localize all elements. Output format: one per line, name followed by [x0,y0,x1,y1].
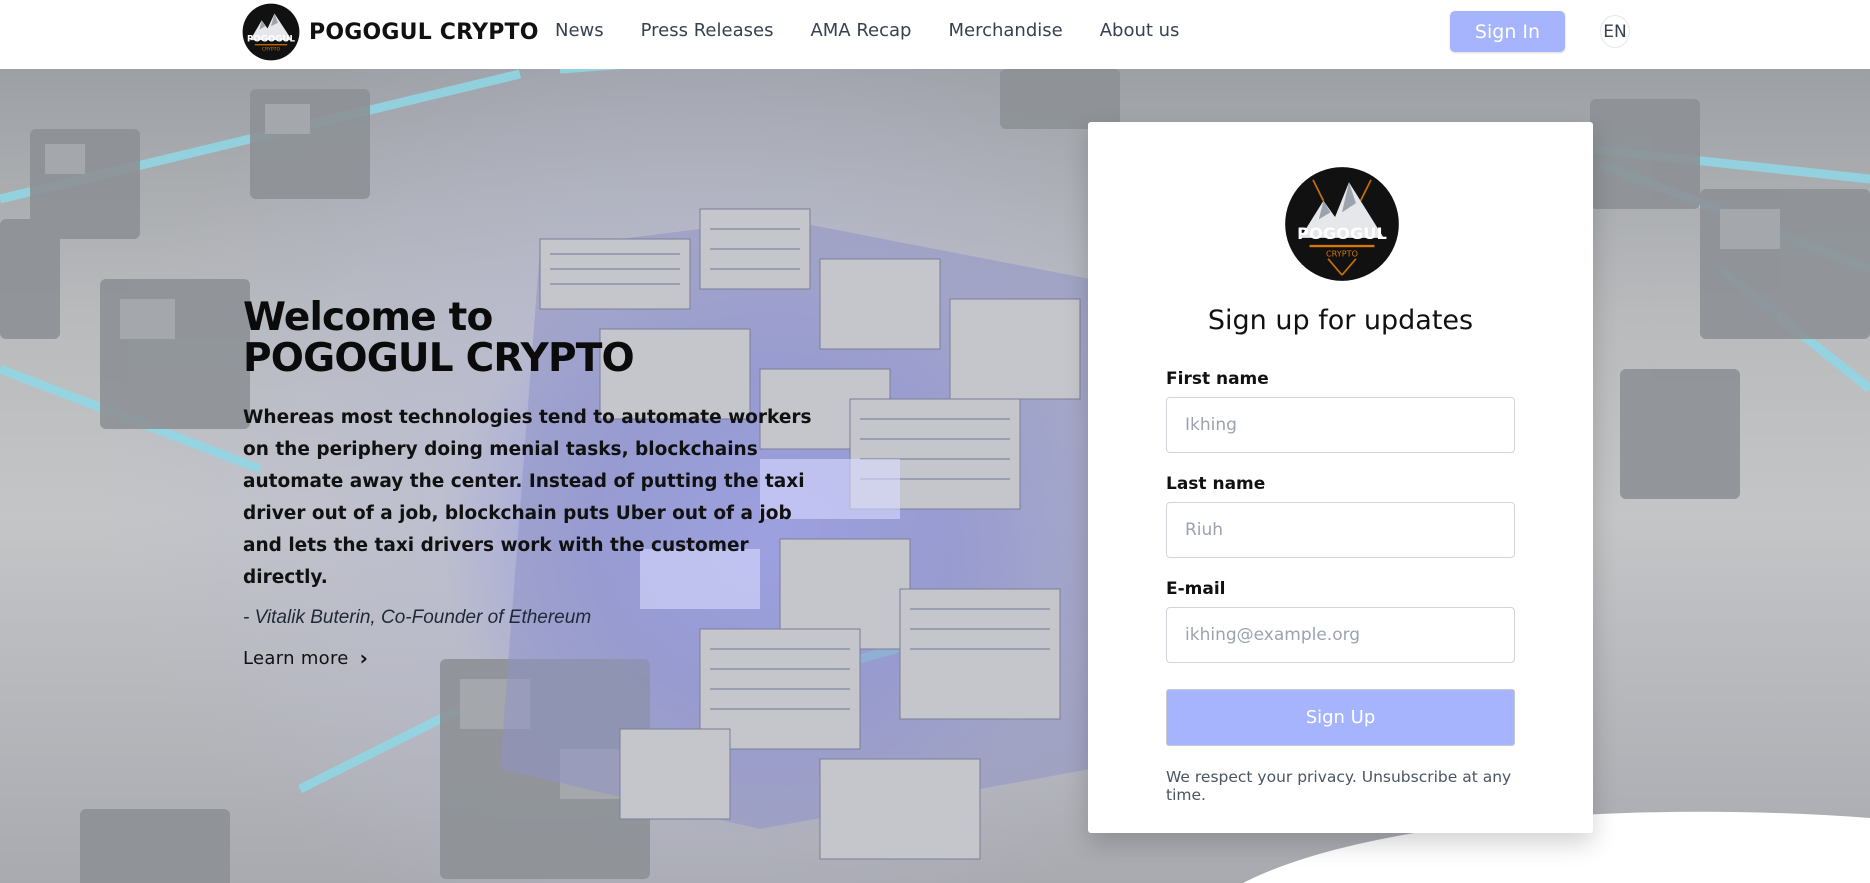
hero-title: Welcome to POGOGUL CRYPTO [243,297,823,379]
learn-more-link[interactable]: Learn more › [243,646,368,670]
brand-logo-icon: POGOGUL CRYPTO [242,3,300,61]
hero-title-line-2: POGOGUL CRYPTO [243,336,635,381]
nav-link-about-us[interactable]: About us [1100,20,1180,41]
hero-quote-author: - Vitalik Buterin, Co-Founder of Ethereu… [243,607,592,628]
email-input[interactable] [1166,607,1515,663]
sign-up-button[interactable]: Sign Up [1166,689,1515,746]
hero-title-line-1: Welcome to [243,295,493,340]
sign-in-button[interactable]: Sign In [1450,11,1565,52]
last-name-input[interactable] [1166,502,1515,558]
hero-quote: Whereas most technologies tend to automa… [243,407,812,588]
signup-card: POGOGUL CRYPTO Sign up for updates First… [1088,122,1593,833]
email-label: E-mail [1166,579,1226,599]
svg-text:CRYPTO: CRYPTO [1326,248,1358,258]
nav-links: News Press Releases AMA Recap Merchandis… [555,20,1216,41]
signup-title: Sign up for updates [1207,305,1474,336]
nav-link-news[interactable]: News [555,20,604,41]
svg-text:POGOGUL: POGOGUL [1297,224,1387,243]
hero-text-block: Welcome to POGOGUL CRYPTO Whereas most t… [243,297,823,670]
svg-text:POGOGUL: POGOGUL [247,34,295,44]
first-name-label: First name [1166,369,1269,389]
learn-more-label: Learn more [243,647,349,669]
brand-name: POGOGUL CRYPTO [309,19,539,45]
nav-link-merchandise[interactable]: Merchandise [948,20,1062,41]
nav-link-press-releases[interactable]: Press Releases [641,20,774,41]
privacy-note: We respect your privacy. Unsubscribe at … [1166,768,1512,804]
brand-home-link[interactable]: POGOGUL CRYPTO POGOGUL CRYPTO [242,3,539,61]
nav-link-ama-recap[interactable]: AMA Recap [810,20,911,41]
card-logo-icon: POGOGUL CRYPTO [1285,167,1399,281]
first-name-input[interactable] [1166,397,1515,453]
top-navbar: POGOGUL CRYPTO POGOGUL CRYPTO News Press… [0,0,1870,69]
chevron-right-icon: › [359,646,369,670]
language-selector[interactable]: EN [1601,16,1629,47]
svg-text:CRYPTO: CRYPTO [262,47,281,53]
last-name-label: Last name [1166,474,1266,494]
